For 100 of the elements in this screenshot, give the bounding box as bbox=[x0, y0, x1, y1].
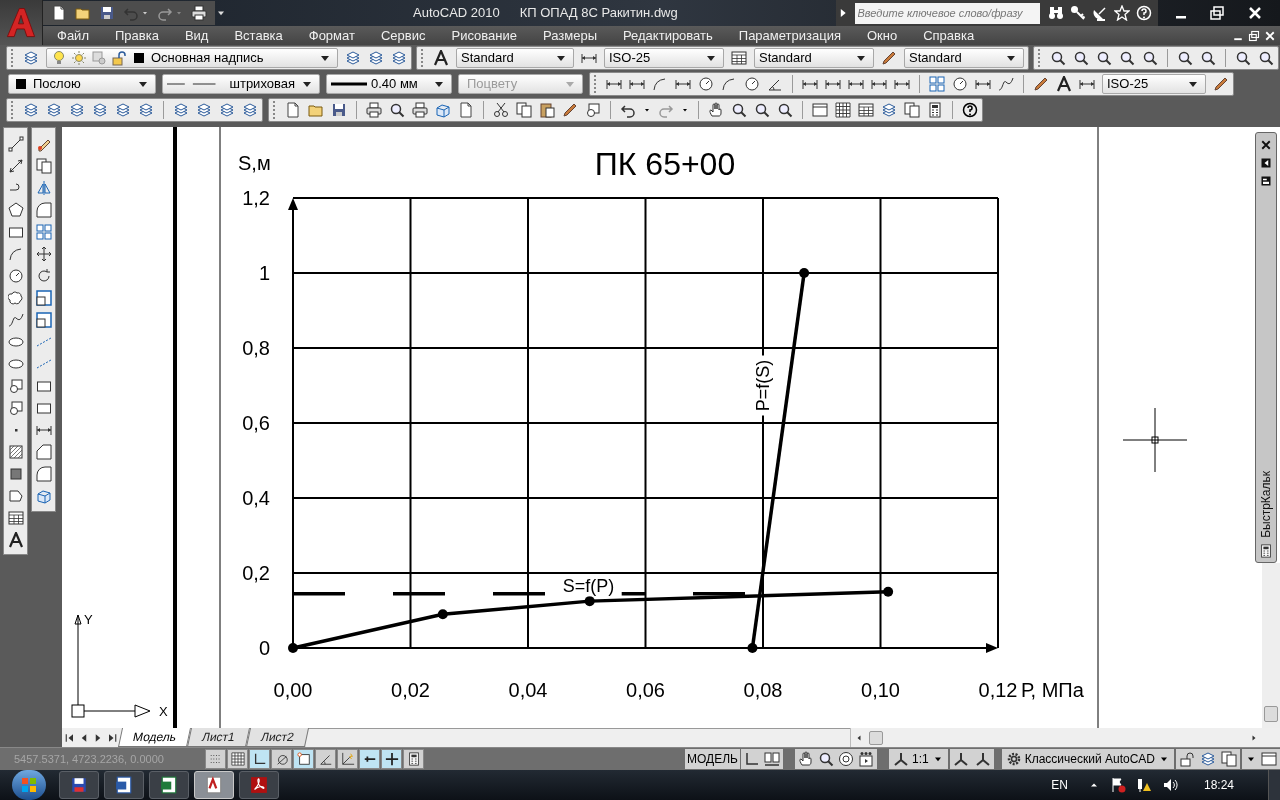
scale-icon[interactable] bbox=[35, 290, 52, 306]
region-icon[interactable] bbox=[7, 488, 24, 504]
film-icon[interactable] bbox=[858, 751, 874, 767]
layers-icon[interactable] bbox=[115, 102, 131, 118]
table-icon[interactable] bbox=[7, 510, 24, 526]
redo-icon[interactable] bbox=[157, 5, 173, 21]
bulb-icon[interactable] bbox=[51, 50, 67, 66]
status-toggle[interactable] bbox=[337, 749, 358, 769]
circle-icon[interactable] bbox=[744, 76, 760, 92]
help-icon[interactable] bbox=[962, 102, 978, 118]
layers-icon[interactable] bbox=[92, 102, 108, 118]
last-icon[interactable] bbox=[106, 731, 118, 744]
layers-icon[interactable] bbox=[242, 102, 258, 118]
status-toggle[interactable] bbox=[293, 749, 314, 769]
text-icon[interactable] bbox=[433, 50, 449, 66]
lock-icon[interactable] bbox=[111, 50, 127, 66]
menu-item[interactable]: Правка bbox=[114, 29, 159, 42]
zoom-icon[interactable] bbox=[1073, 50, 1089, 66]
speaker-icon[interactable] bbox=[1161, 777, 1178, 793]
corner-icon[interactable] bbox=[744, 751, 760, 767]
status-toggle[interactable] bbox=[359, 749, 380, 769]
hand-icon[interactable] bbox=[798, 751, 814, 767]
status-toggle[interactable] bbox=[403, 749, 424, 769]
printer-icon[interactable] bbox=[412, 102, 428, 118]
pentagon-icon[interactable] bbox=[7, 202, 24, 218]
menu-item[interactable]: Вид bbox=[184, 29, 209, 42]
zoom-icon[interactable] bbox=[1258, 50, 1274, 66]
dropdown[interactable]: Основная надпись bbox=[46, 48, 338, 68]
dropdown[interactable]: Standard bbox=[904, 48, 1024, 68]
workspace-button[interactable]: Классический AutoCAD bbox=[1001, 749, 1174, 769]
menu-item[interactable]: Сервис bbox=[380, 29, 426, 42]
taskbar-button[interactable] bbox=[239, 771, 279, 799]
app-menu-button[interactable] bbox=[0, 0, 43, 45]
panes-icon[interactable] bbox=[764, 751, 780, 767]
layers-icon[interactable] bbox=[196, 102, 212, 118]
clock[interactable]: 18:24 bbox=[1203, 776, 1234, 794]
scale-icon[interactable] bbox=[35, 312, 52, 328]
search-field[interactable]: Введите ключевое слово/фразу bbox=[854, 2, 1040, 24]
calculator-icon[interactable] bbox=[1259, 544, 1273, 558]
next-icon[interactable] bbox=[1250, 733, 1258, 742]
calculator-icon[interactable] bbox=[927, 102, 943, 118]
status-toggle[interactable] bbox=[315, 749, 336, 769]
cloud-icon[interactable] bbox=[7, 290, 24, 306]
brush-icon[interactable] bbox=[562, 102, 578, 118]
cube-icon[interactable] bbox=[435, 102, 451, 118]
text-icon[interactable] bbox=[7, 532, 24, 548]
layers-icon[interactable] bbox=[368, 50, 384, 66]
layout-tab[interactable]: Лист2 bbox=[245, 728, 309, 747]
menu-item[interactable]: Справка bbox=[923, 29, 975, 42]
menu-item[interactable]: Файл bbox=[57, 29, 89, 42]
zoom-icon[interactable] bbox=[818, 751, 834, 767]
layers-icon[interactable] bbox=[345, 50, 361, 66]
layers-icon[interactable] bbox=[69, 102, 85, 118]
layers-icon[interactable] bbox=[23, 102, 39, 118]
status-toggle[interactable] bbox=[271, 749, 292, 769]
rectangle-icon[interactable] bbox=[7, 224, 24, 240]
scissors-icon[interactable] bbox=[493, 102, 509, 118]
dish-icon[interactable] bbox=[1092, 5, 1108, 21]
copy-icon[interactable] bbox=[904, 102, 920, 118]
layers-icon[interactable] bbox=[1200, 751, 1216, 767]
layout-tab[interactable]: Лист1 bbox=[187, 728, 250, 747]
fillet-icon[interactable] bbox=[35, 202, 52, 218]
zoom-icon[interactable] bbox=[1119, 50, 1135, 66]
swatch-icon[interactable] bbox=[131, 50, 147, 66]
window-icon[interactable] bbox=[1261, 751, 1277, 767]
taskbar-button[interactable] bbox=[59, 771, 99, 799]
block-icon[interactable] bbox=[7, 400, 24, 416]
drawing-canvas[interactable]: 0 0,2 0,4 0,6 0,8 1 1,2 0,00 0,02 0,04 0,06 0,08 0,10 0,12 S,м Р, МПа ПК 65+00 S=f(P) P=f(S) Y X bbox=[62, 127, 1258, 728]
rotate-icon[interactable] bbox=[35, 268, 52, 284]
table-icon[interactable] bbox=[731, 50, 747, 66]
page-icon[interactable] bbox=[51, 5, 67, 21]
brush-icon[interactable] bbox=[1033, 76, 1049, 92]
zoom-icon[interactable] bbox=[1096, 50, 1112, 66]
wheel-icon[interactable] bbox=[838, 751, 854, 767]
properties-icon[interactable] bbox=[1260, 175, 1272, 187]
dropdown[interactable]: Послою bbox=[8, 74, 156, 94]
circle-icon[interactable] bbox=[952, 76, 968, 92]
taskbar-button[interactable] bbox=[149, 771, 189, 799]
grid-icon[interactable] bbox=[835, 102, 851, 118]
layout-tab[interactable]: Модель bbox=[118, 728, 192, 747]
ellipse-icon[interactable] bbox=[7, 334, 24, 350]
copy-icon[interactable] bbox=[516, 102, 532, 118]
gradient-icon[interactable] bbox=[7, 466, 24, 482]
zoom-icon[interactable] bbox=[1177, 50, 1193, 66]
star-icon[interactable] bbox=[1114, 5, 1130, 21]
hatch-icon[interactable] bbox=[7, 444, 24, 460]
taskbar-button[interactable] bbox=[104, 771, 144, 799]
model-space-button[interactable]: МОДЕЛЬ bbox=[685, 749, 740, 769]
brush-icon[interactable] bbox=[1213, 76, 1229, 92]
zoom-icon[interactable] bbox=[1235, 50, 1251, 66]
paste-icon[interactable] bbox=[539, 102, 555, 118]
zoom-icon[interactable] bbox=[1050, 50, 1066, 66]
floppy-icon[interactable] bbox=[99, 5, 115, 21]
layers-icon[interactable] bbox=[46, 102, 62, 118]
scrollbar-thumb[interactable] bbox=[1264, 706, 1278, 722]
zoom-icon[interactable] bbox=[777, 102, 793, 118]
copy-icon[interactable] bbox=[35, 158, 52, 174]
padlock-icon[interactable] bbox=[1179, 751, 1195, 767]
block-icon[interactable] bbox=[7, 378, 24, 394]
status-toggle[interactable] bbox=[227, 749, 248, 769]
